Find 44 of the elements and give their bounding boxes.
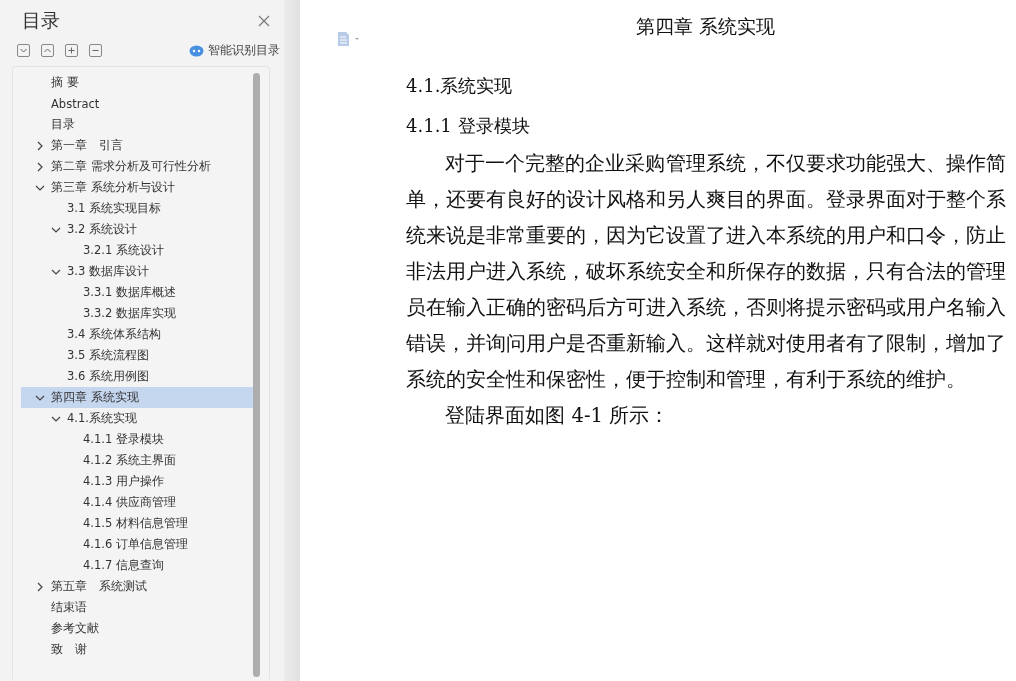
smart-toc-button[interactable]: 智能识别目录 (189, 42, 280, 59)
collapse-down-icon[interactable] (17, 44, 30, 57)
toc-item[interactable]: 目录 (21, 114, 257, 135)
robot-icon (189, 44, 204, 57)
toc-item[interactable]: 4.1.3 用户操作 (21, 471, 257, 492)
plus-icon[interactable] (65, 44, 78, 57)
toc-item[interactable]: 4.1.2 系统主界面 (21, 450, 257, 471)
toc-item[interactable]: 3.5 系统流程图 (21, 345, 257, 366)
toc-item[interactable]: 3.2 系统设计 (21, 219, 257, 240)
toc-item[interactable]: 4.1.系统实现 (21, 408, 257, 429)
chapter-title: 第四章 系统实现 (635, 14, 775, 39)
toc-item[interactable]: 3.2.1 系统设计 (21, 240, 257, 261)
section-heading: 4.1.系统实现 (406, 74, 514, 98)
toc-item[interactable]: 4.1.7 信息查询 (21, 555, 257, 576)
toc-item[interactable]: 3.3.2 数据库实现 (21, 303, 257, 324)
toc-item[interactable]: 3.4 系统体系结构 (21, 324, 257, 345)
paragraph: 对于一个完整的企业采购管理系统，不仅要求功能强大、操作简单，还要有良好的设计风格和另人爽目的界面。登录界面对于整个系统来说是非常重要的，因为它设置了进入本系统的用户和口令，防止非法用户进入系统，破坏系统安全和所保存的数据，只有合法的管理员在输入正确的密码后方可进入系统，否则将提示密码或用户名输入错误，并询问用户是否重新输入。这样就对使用者有了限制，增加了系统的安全性和保密性，便于控制和管理，有利于系统的维护。 (406, 151, 1006, 393)
toc-item[interactable]: 3.1 系统实现目标 (21, 198, 257, 219)
toc-item[interactable]: 摘 要 (21, 72, 257, 93)
toc-item[interactable]: 3.3.1 数据库概述 (21, 282, 257, 303)
toc-item[interactable]: 第二章 需求分析及可行性分析 (21, 156, 257, 177)
minus-icon[interactable] (89, 44, 102, 57)
section-heading: 4.1.1 登录模块 (406, 114, 531, 138)
toc-item[interactable]: 4.1.1 登录模块 (21, 429, 257, 450)
toc-item[interactable]: 结束语 (21, 597, 257, 618)
toc-item[interactable]: 3.3 数据库设计 (21, 261, 257, 282)
sidebar-title: 目录 (22, 8, 60, 33)
toc-item[interactable]: 参考文献 (21, 618, 257, 639)
toc-item[interactable]: 第一章 引言 (21, 135, 257, 156)
chevron-right-icon[interactable] (35, 161, 45, 172)
toc-item[interactable]: 3.6 系统用例图 (21, 366, 257, 387)
chevron-right-icon[interactable] (35, 140, 45, 151)
toc-item[interactable]: 第三章 系统分析与设计 (21, 177, 257, 198)
collapse-up-icon[interactable] (41, 44, 54, 57)
toc-item[interactable]: 4.1.5 材料信息管理 (21, 513, 257, 534)
chevron-right-icon[interactable] (35, 581, 45, 592)
toc-item[interactable]: Abstract (21, 93, 257, 114)
close-icon[interactable] (258, 15, 270, 27)
toc-item[interactable]: 4.1.6 订单信息管理 (21, 534, 257, 555)
toc-item[interactable]: 第五章 系统测试 (21, 576, 257, 597)
paragraph: 登陆界面如图 4-1 所示： (444, 403, 671, 429)
scrollbar[interactable] (253, 73, 260, 677)
toc-item[interactable]: 致 谢 (21, 639, 257, 660)
toc-item[interactable]: 4.1.4 供应商管理 (21, 492, 257, 513)
